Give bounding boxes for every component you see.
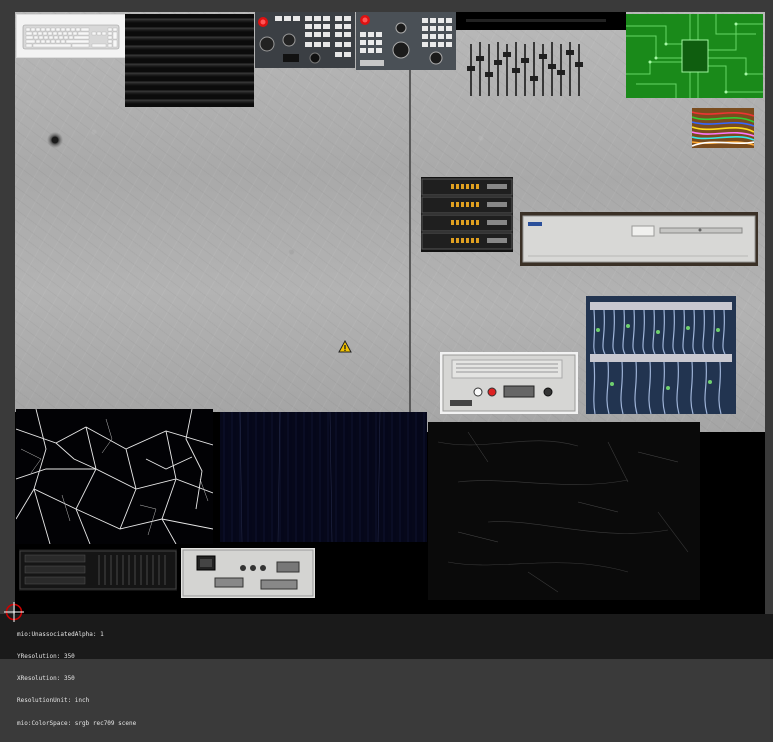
rear-connector-panel-texture [181,548,315,598]
texture-viewer-window: mio:UnassociatedAlpha: 1 YResolution: 35… [0,0,773,727]
control-panel-texture-a [255,12,355,68]
warning-triangle-icon [338,340,352,353]
metadata-line: YResolution: 350 [17,653,75,661]
silver-disc-player-texture [520,212,758,266]
image-metadata-text: mio:UnassociatedAlpha: 1 YResolution: 35… [17,616,577,742]
colored-wires-texture [692,108,754,148]
bullet-hole-decal [47,132,63,148]
texture-atlas-canvas[interactable] [15,12,765,614]
metadata-line: mio:ColorSpace: srgb rec709 scene [17,719,137,727]
rear-panel-texture [440,352,578,414]
metadata-line: XResolution: 350 [17,675,75,683]
black-scratched-surface-texture [428,422,700,600]
keyboard-texture [16,14,127,58]
corrugated-metal-texture [125,14,254,107]
black-strip-texture [456,12,626,30]
cracked-glass-texture [16,409,213,544]
concrete-seam-vertical [409,32,411,412]
metadata-line: ResolutionUnit: inch [17,697,90,705]
dark-scratched-metal-texture [220,412,427,542]
crosshair-target-icon[interactable] [4,602,24,622]
rack-equipment-texture [421,177,513,252]
control-panel-texture-b [356,12,456,70]
patch-cables-texture [586,296,736,414]
grille-panel-texture [19,549,177,591]
circuit-board-texture [626,14,763,98]
metadata-line: mio:UnassociatedAlpha: 1 [17,630,104,638]
mixer-faders-texture [465,38,595,100]
